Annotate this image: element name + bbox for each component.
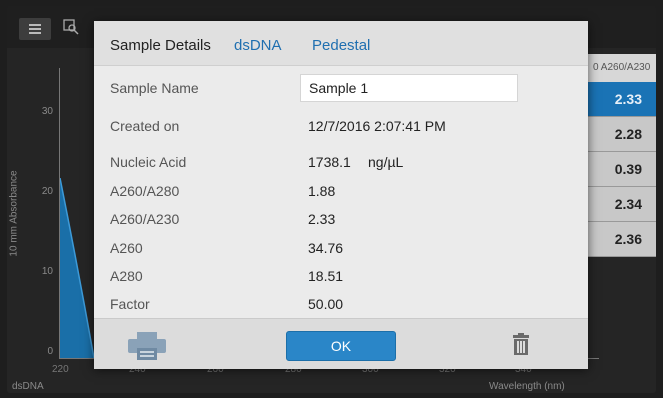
a260-a280-label: A260/A280	[110, 183, 180, 199]
a260-a230-value: 2.33	[308, 211, 336, 227]
tab-dsdna[interactable]: dsDNA	[234, 37, 282, 54]
factor-label: Factor	[110, 296, 150, 312]
y-tick: 0	[47, 346, 53, 357]
a280-value: 18.51	[308, 268, 344, 284]
a260-a230-label: A260/A230	[110, 211, 180, 227]
dialog-title: Sample Details	[110, 37, 211, 54]
x-tick: 220	[52, 364, 69, 375]
app-screen: 10 mm Absorbance 30 20 10 0 220 240 260 …	[7, 6, 656, 393]
created-on-value: 12/7/2016 2:07:41 PM	[308, 118, 446, 134]
table-row[interactable]: 0.39	[587, 152, 656, 187]
nucleic-acid-label: Nucleic Acid	[110, 154, 187, 170]
factor-value: 50.00	[308, 296, 344, 312]
table-row[interactable]: 2.28	[587, 117, 656, 152]
menu-button[interactable]	[19, 18, 51, 40]
sample-details-dialog: Sample Details dsDNA Pedestal Sample Nam…	[94, 21, 588, 369]
y-axis-label: 10 mm Absorbance	[8, 170, 20, 257]
a280-label: A280	[110, 268, 143, 284]
page-indicator	[329, 385, 347, 393]
dialog-header: Sample Details dsDNA Pedestal	[94, 21, 588, 66]
table-row[interactable]: 2.36	[587, 222, 656, 257]
table-row[interactable]: 2.34	[587, 187, 656, 222]
a260-value: 34.76	[308, 240, 344, 256]
sample-name-label: Sample Name	[110, 80, 199, 96]
table-header: 0 A260/A230	[587, 54, 656, 82]
trash-icon[interactable]	[513, 333, 529, 360]
created-on-label: Created on	[110, 118, 180, 134]
ok-button[interactable]: OK	[286, 331, 396, 361]
a260-a280-value: 1.88	[308, 183, 336, 199]
dialog-footer: OK	[94, 318, 588, 369]
sample-name-input[interactable]	[300, 74, 518, 102]
app-mode-label: dsDNA	[12, 381, 44, 392]
results-table: 0 A260/A230 2.33 2.28 0.39 2.34 2.36	[587, 54, 656, 257]
nucleic-acid-unit: ng/µL	[368, 154, 404, 170]
y-tick: 30	[41, 106, 53, 117]
zoom-icon[interactable]	[63, 19, 79, 35]
a260-label: A260	[110, 240, 143, 256]
tab-pedestal[interactable]: Pedestal	[312, 37, 370, 54]
table-row[interactable]: 2.33	[587, 82, 656, 117]
printer-icon[interactable]	[128, 332, 166, 365]
y-tick: 10	[41, 266, 53, 277]
x-axis-label: Wavelength (nm)	[489, 381, 565, 392]
nucleic-acid-value: 1738.1	[308, 154, 351, 170]
y-tick: 20	[41, 186, 53, 197]
